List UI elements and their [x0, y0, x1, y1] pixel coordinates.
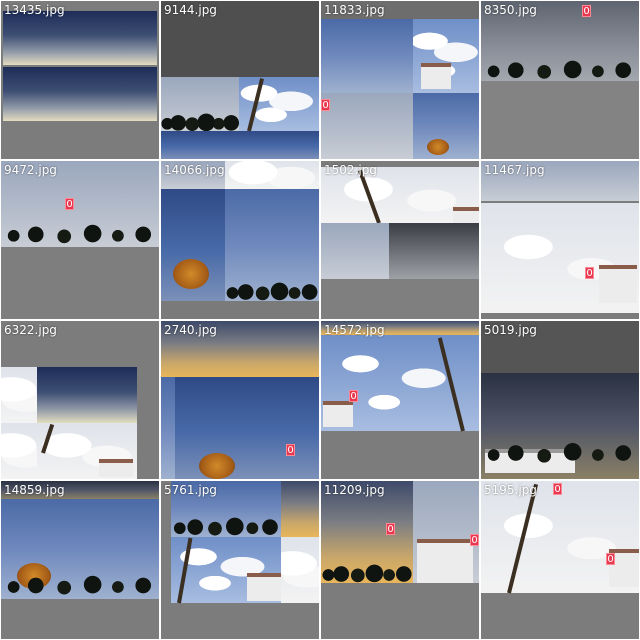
sky-image-pane: [3, 67, 157, 121]
image-filename: 6322.jpg: [4, 323, 57, 337]
label-tag: 0: [470, 534, 479, 546]
sky-image-pane: [161, 189, 225, 301]
house: [417, 539, 473, 583]
treeline: [481, 57, 639, 81]
tree: [199, 453, 235, 479]
image-filename: 5019.jpg: [484, 323, 537, 337]
sky-image-pane: [175, 377, 319, 479]
sky-image-pane: [281, 481, 319, 537]
grid-tile[interactable]: 5019.jpg: [481, 321, 639, 479]
sky-image-pane: [389, 223, 479, 279]
sky-image-pane: [481, 203, 639, 313]
sky-image-pane: [239, 77, 319, 132]
sky-image-pane: [225, 189, 319, 301]
label-tag: 0: [321, 99, 330, 111]
house: [323, 401, 353, 427]
image-filename: 5761.jpg: [164, 483, 217, 497]
sky-image-pane: [413, 481, 479, 583]
sky-image-pane: [321, 335, 479, 432]
image-filename: 11209.jpg: [324, 483, 385, 497]
grid-tile[interactable]: 0 14572.jpg: [321, 321, 479, 479]
image-filename: 9472.jpg: [4, 163, 57, 177]
treeline: [321, 563, 413, 583]
utility-pole: [507, 483, 539, 594]
image-filename: 5195.jpg: [484, 483, 537, 497]
house: [99, 459, 133, 477]
tree: [427, 139, 449, 155]
grid-tile[interactable]: 5761.jpg: [161, 481, 319, 639]
label-tag: 0: [553, 483, 562, 495]
house: [247, 573, 281, 601]
image-filename: 8350.jpg: [484, 3, 537, 17]
grid-tile[interactable]: 14859.jpg: [1, 481, 159, 639]
sky-image-pane: [3, 11, 157, 65]
mosaic-pad: [321, 279, 479, 319]
image-filename: 1502.jpg: [324, 163, 377, 177]
sky-image-pane: [321, 93, 413, 159]
utility-pole: [41, 423, 55, 454]
sky-image-pane: [413, 93, 479, 159]
image-filename: 2740.jpg: [164, 323, 217, 337]
grid-tile[interactable]: 1502.jpg: [321, 161, 479, 319]
image-filename: 14572.jpg: [324, 323, 385, 337]
sky-image-pane: [1, 499, 159, 599]
treeline: [225, 281, 319, 301]
grid-tile[interactable]: 0 2740.jpg: [161, 321, 319, 479]
house: [599, 265, 637, 303]
sky-image-pane: [1, 423, 37, 479]
label-tag: 0: [585, 267, 594, 279]
image-filename: 14859.jpg: [4, 483, 65, 497]
label-tag: 0: [286, 444, 295, 456]
sky-image-pane: [37, 423, 137, 479]
sky-image-pane: [161, 377, 175, 479]
grid-tile[interactable]: 0 8350.jpg: [481, 1, 639, 159]
sky-image-pane: [171, 537, 281, 604]
utility-pole: [177, 537, 193, 604]
grid-tile[interactable]: 0 0 11209.jpg: [321, 481, 479, 639]
grid-tile[interactable]: 0 9472.jpg: [1, 161, 159, 319]
image-filename: 11833.jpg: [324, 3, 385, 17]
label-tag: 0: [349, 390, 358, 402]
image-filename: 14066.jpg: [164, 163, 225, 177]
grid-tile[interactable]: 13435.jpg: [1, 1, 159, 159]
treeline: [171, 515, 281, 537]
sky-image-pane: [481, 481, 639, 594]
grid-tile[interactable]: 0 11467.jpg: [481, 161, 639, 319]
mosaic-pad: [1, 247, 159, 319]
grid-tile[interactable]: 9144.jpg: [161, 1, 319, 159]
image-grid: 13435.jpg 9144.jpg 0 11833.jpg 0 8350.jp…: [0, 0, 640, 640]
sky-image-pane: [37, 367, 137, 423]
label-tag: 0: [65, 198, 74, 210]
sky-image-pane: [225, 161, 319, 189]
label-tag: 0: [606, 553, 615, 565]
grid-tile[interactable]: 6322.jpg: [1, 321, 159, 479]
label-tag: 0: [386, 523, 395, 535]
grid-tile[interactable]: 0 11833.jpg: [321, 1, 479, 159]
utility-pole: [247, 78, 265, 132]
sky-image-pane: [161, 131, 319, 159]
grid-tile[interactable]: 0 0 5195.jpg: [481, 481, 639, 639]
grid-tile[interactable]: 14066.jpg: [161, 161, 319, 319]
house: [421, 63, 451, 89]
image-filename: 13435.jpg: [4, 3, 65, 17]
sky-image-pane: [321, 19, 413, 93]
sky-image-pane: [321, 223, 389, 279]
utility-pole: [437, 337, 465, 432]
sky-image-pane: [481, 373, 639, 479]
image-filename: 11467.jpg: [484, 163, 545, 177]
sky-image-pane: [161, 77, 239, 131]
tree: [173, 259, 209, 289]
treeline: [481, 431, 639, 471]
treeline: [1, 219, 159, 247]
utility-pole: [357, 169, 381, 224]
mosaic-pad: [481, 81, 639, 159]
sky-image-pane: [1, 367, 37, 423]
label-tag: 0: [582, 5, 591, 17]
sky-image-pane: [413, 19, 479, 93]
image-filename: 9144.jpg: [164, 3, 217, 17]
mosaic-pad: [161, 301, 319, 319]
treeline: [161, 113, 239, 131]
treeline: [1, 569, 159, 599]
sky-image-pane: [281, 537, 319, 603]
